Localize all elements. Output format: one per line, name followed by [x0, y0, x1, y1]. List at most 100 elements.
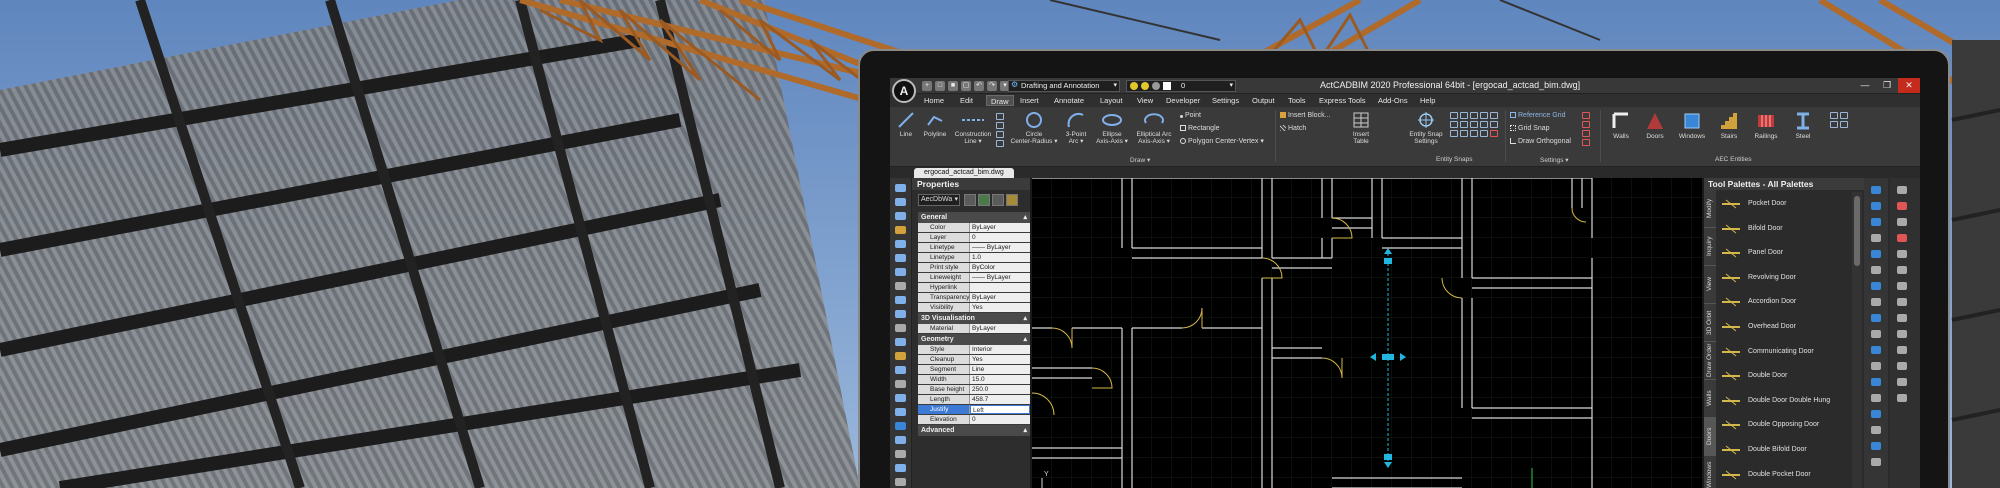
sketch-icon[interactable]: [996, 140, 1004, 147]
walls-tool[interactable]: Walls: [1604, 111, 1638, 140]
new-file-icon[interactable]: +: [922, 81, 932, 91]
save-icon[interactable]: ■: [948, 81, 958, 91]
insert-table-tool[interactable]: Insert Table: [1346, 111, 1376, 145]
palette-item[interactable]: Double Bifold Door: [1718, 438, 1850, 463]
tool-icon[interactable]: [1897, 314, 1907, 322]
property-row[interactable]: Linetype scale1.0: [918, 253, 1030, 270]
property-row[interactable]: Width 15.0: [918, 375, 1030, 385]
palette-item[interactable]: Pocket Door: [1718, 192, 1850, 217]
open-folder-icon[interactable]: □: [935, 81, 945, 91]
property-row[interactable]: Cleanup auto...Yes: [918, 355, 1030, 372]
tool-icon[interactable]: [1871, 362, 1881, 370]
donut-icon[interactable]: [996, 131, 1004, 138]
tool-icon[interactable]: [1871, 410, 1881, 418]
snap-center-icon[interactable]: [1470, 112, 1478, 119]
hatch-tool[interactable]: Hatch: [1280, 124, 1306, 133]
print-icon[interactable]: ▢: [961, 81, 971, 91]
redo-icon[interactable]: ↷: [987, 81, 997, 91]
property-row[interactable]: Base height 250.0: [918, 385, 1030, 395]
layer-dropdown[interactable]: 0: [1126, 80, 1236, 92]
tool-icon[interactable]: [1897, 282, 1907, 290]
property-filter-icon[interactable]: [1006, 194, 1018, 206]
tool-icon[interactable]: [895, 408, 906, 416]
maximize-button[interactable]: ❐: [1876, 78, 1898, 93]
property-row[interactable]: Material ByLayer: [918, 324, 1030, 334]
palette-item[interactable]: Double Opposing Door: [1718, 413, 1850, 438]
construction-line-tool[interactable]: Construction Line ▾: [952, 111, 994, 145]
property-value[interactable]: 0: [970, 233, 1030, 242]
property-value[interactable]: —— ByLayer: [970, 243, 1030, 252]
lineweight-icon[interactable]: [1582, 121, 1590, 128]
tab-annotate[interactable]: Annotate: [1050, 95, 1088, 106]
palette-tab[interactable]: Inquiry: [1704, 228, 1716, 266]
property-value[interactable]: Line: [970, 365, 1030, 374]
tool-icon[interactable]: [1871, 442, 1881, 450]
tool-icon[interactable]: [1871, 458, 1881, 466]
point-tool[interactable]: Point: [1180, 111, 1201, 120]
snap-perpendicular-icon[interactable]: [1480, 121, 1488, 128]
reference-grid-toggle[interactable]: Reference Grid: [1510, 111, 1565, 120]
tool-icon[interactable]: [1871, 426, 1881, 434]
grid-snap-toggle[interactable]: Grid Snap: [1510, 124, 1550, 133]
tool-icon[interactable]: [1871, 282, 1881, 290]
property-row[interactable]: Style Interior: [918, 345, 1030, 355]
category-advanced[interactable]: Advanced: [918, 425, 1030, 436]
tool-icon[interactable]: [1897, 250, 1907, 258]
tool-icon[interactable]: [895, 254, 906, 262]
tab-insert[interactable]: Insert: [1016, 95, 1043, 106]
property-value[interactable]: ByLayer: [970, 324, 1030, 333]
palette-item[interactable]: Accordion Door: [1718, 290, 1850, 315]
workspace-select[interactable]: Drafting and Annotation: [1008, 80, 1120, 92]
property-value[interactable]: Yes: [970, 355, 1030, 364]
tool-icon[interactable]: [1897, 218, 1907, 226]
property-row[interactable]: Linetype —— ByLayer: [918, 243, 1030, 253]
tool-icon[interactable]: [1871, 330, 1881, 338]
tool-icon[interactable]: [1897, 266, 1907, 274]
category-geometry[interactable]: Geometry: [918, 334, 1030, 345]
scrollbar-thumb[interactable]: [1854, 196, 1860, 266]
tool-icon[interactable]: [895, 324, 906, 332]
property-row[interactable]: Elevation 0: [918, 415, 1030, 425]
line-tool[interactable]: Line: [894, 111, 918, 138]
app-logo[interactable]: A: [892, 79, 916, 103]
snap-extension-icon[interactable]: [1460, 121, 1468, 128]
property-row[interactable]: Segment typeLine: [918, 365, 1030, 382]
tool-icon[interactable]: [895, 478, 906, 486]
property-row[interactable]: Hyperlink: [918, 283, 1030, 293]
palette-item[interactable]: Double Pocket Door: [1718, 463, 1850, 488]
property-value[interactable]: 1.0: [970, 253, 1030, 262]
document-tab[interactable]: ergocad_actcad_bim.dwg: [914, 168, 1014, 178]
palette-tab[interactable]: Windows: [1704, 456, 1716, 488]
property-value[interactable]: —— ByLayer: [970, 273, 1030, 282]
property-value[interactable]: 0: [970, 415, 1030, 424]
tab-edit[interactable]: Edit: [956, 95, 977, 106]
tool-icon[interactable]: [1897, 362, 1907, 370]
snap-apparent-icon[interactable]: [1460, 130, 1468, 137]
property-row[interactable]: Print style ByColor: [918, 263, 1030, 273]
property-value[interactable]: Left: [970, 405, 1030, 414]
palette-scrollbar[interactable]: [1852, 192, 1862, 488]
group-draw-label[interactable]: Draw ▾: [1130, 156, 1150, 164]
tool-icon[interactable]: [895, 226, 906, 234]
toggle-pickadd-icon[interactable]: [992, 194, 1004, 206]
doors-tool[interactable]: Doors: [1638, 111, 1672, 140]
tool-icon[interactable]: [1897, 202, 1907, 210]
snap-nearest-icon[interactable]: [1450, 130, 1458, 137]
property-value[interactable]: 250.0: [970, 385, 1030, 394]
snap-tangent-icon[interactable]: [1490, 121, 1498, 128]
tab-settings[interactable]: Settings: [1208, 95, 1243, 106]
property-row[interactable]: Justify Left: [918, 405, 1030, 415]
tool-icon[interactable]: [1871, 298, 1881, 306]
tool-icon[interactable]: [1897, 234, 1907, 242]
aec-tool-icon[interactable]: [1840, 112, 1848, 119]
property-value[interactable]: Yes: [970, 303, 1030, 312]
palette-item[interactable]: Panel Door: [1718, 241, 1850, 266]
quick-select-icon[interactable]: [964, 194, 976, 206]
property-value[interactable]: Interior: [970, 345, 1030, 354]
tool-icon[interactable]: [1897, 378, 1907, 386]
tab-add-ons[interactable]: Add-Ons: [1374, 95, 1412, 106]
palette-tab[interactable]: Doors: [1704, 418, 1716, 456]
property-value[interactable]: 458.7: [970, 395, 1030, 404]
category-3d-visualisation[interactable]: 3D Visualisation: [918, 313, 1030, 324]
property-row[interactable]: Length 458.7: [918, 395, 1030, 405]
